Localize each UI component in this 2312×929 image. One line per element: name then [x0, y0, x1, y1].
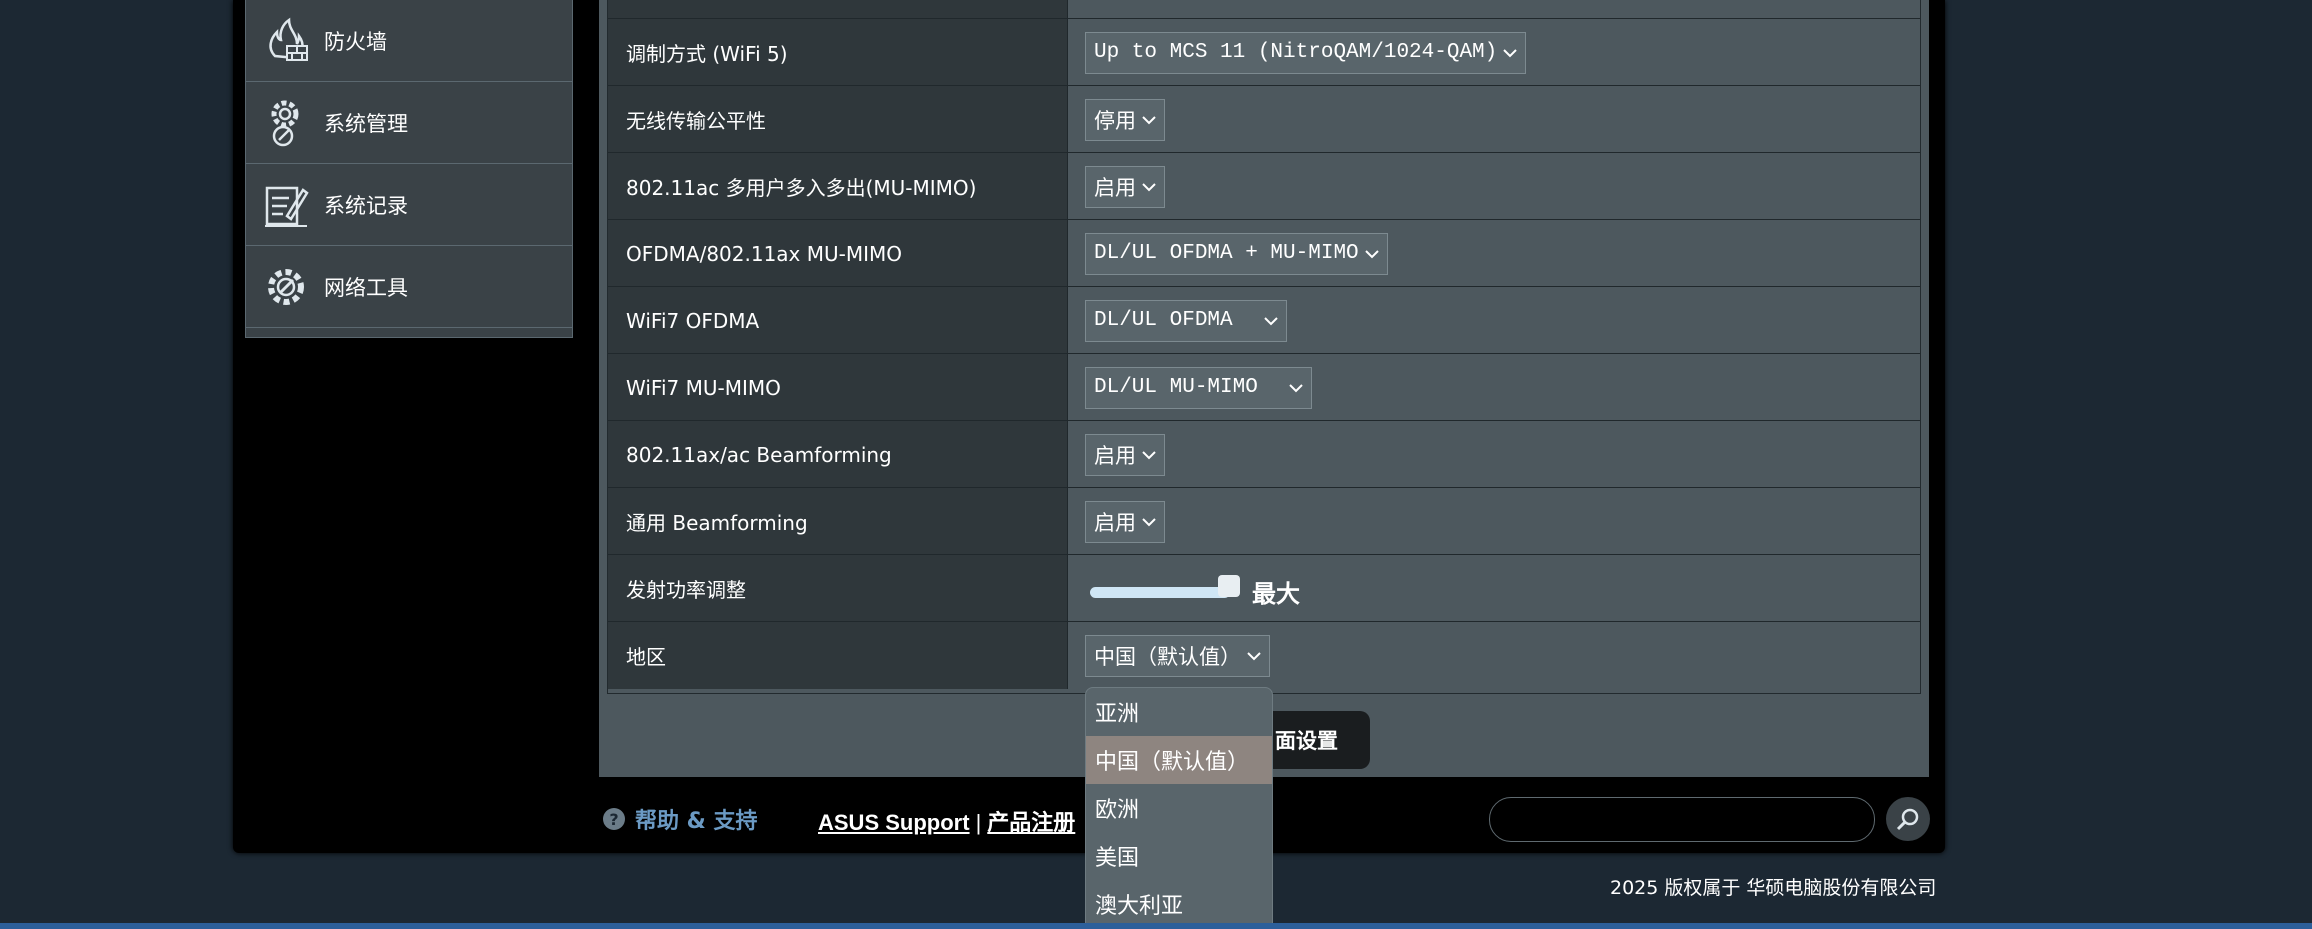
- row-value: Up to MCS 11 (NitroQAM/1024-QAM): [1068, 19, 1920, 86]
- select-value: DL/UL OFDMA + MU-MIMO: [1094, 242, 1359, 265]
- help-support-label: 帮助 & 支持: [635, 809, 758, 834]
- row-label: 通用 Beamforming: [608, 488, 1068, 555]
- table-row: 802.11ax/ac Beamforming 启用: [608, 420, 1920, 488]
- region-option[interactable]: 欧洲: [1086, 784, 1272, 832]
- tx-power-value: 最大: [1252, 580, 1300, 608]
- bottom-bar: [0, 923, 2312, 929]
- chevron-down-icon: [1364, 249, 1379, 258]
- table-row: [608, 0, 1920, 18]
- region-option-selected[interactable]: 中国（默认值）: [1086, 736, 1272, 784]
- table-row: WiFi7 OFDMA DL/UL OFDMA: [608, 286, 1920, 354]
- sidebar-item-label: 网络工具: [324, 275, 408, 300]
- row-label: 802.11ac 多用户多入多出(MU-MIMO): [608, 153, 1068, 220]
- select-value: 启用: [1094, 443, 1136, 468]
- sidebar: 防火墙 系统管理 系统记录 网络工具: [245, 0, 573, 338]
- row-value: DL/UL OFDMA + MU-MIMO: [1068, 220, 1920, 287]
- link-separator: |: [975, 810, 982, 835]
- table-row: 地区 中国（默认值）: [608, 621, 1920, 689]
- help-support-link[interactable]: ? 帮助 & 支持: [603, 803, 758, 835]
- row-label: OFDMA/802.11ax MU-MIMO: [608, 220, 1068, 287]
- sidebar-item-label: 系统记录: [324, 193, 408, 218]
- chevron-down-icon: [1142, 115, 1156, 124]
- sidebar-item-label: 防火墙: [324, 29, 387, 54]
- row-value: [1068, 0, 1920, 18]
- row-label: [608, 0, 1068, 18]
- select-value: DL/UL OFDMA: [1094, 309, 1258, 332]
- region-option[interactable]: 亚洲: [1086, 688, 1272, 736]
- chevron-down-icon: [1142, 517, 1156, 526]
- airtime-fairness-select[interactable]: 停用: [1085, 98, 1165, 141]
- search-input[interactable]: [1489, 797, 1875, 842]
- row-value: 启用: [1068, 153, 1920, 220]
- question-icon: ?: [603, 808, 625, 830]
- firewall-icon: [260, 15, 312, 67]
- system-admin-icon: [260, 97, 312, 149]
- asus-support-link[interactable]: ASUS Support: [818, 810, 970, 835]
- sidebar-item-system-admin[interactable]: 系统管理: [246, 82, 572, 164]
- row-label: WiFi7 OFDMA: [608, 287, 1068, 354]
- row-value: 停用: [1068, 86, 1920, 153]
- system-log-icon: [260, 179, 312, 231]
- row-value: DL/UL OFDMA: [1068, 287, 1920, 354]
- row-value: DL/UL MU-MIMO: [1068, 354, 1920, 421]
- table-row: 调制方式 (WiFi 5) Up to MCS 11 (NitroQAM/102…: [608, 18, 1920, 86]
- row-label: WiFi7 MU-MIMO: [608, 354, 1068, 421]
- row-label: 802.11ax/ac Beamforming: [608, 421, 1068, 488]
- region-option[interactable]: 美国: [1086, 832, 1272, 880]
- select-value: DL/UL MU-MIMO: [1094, 376, 1284, 399]
- chevron-down-icon: [1503, 48, 1517, 57]
- table-row: 802.11ac 多用户多入多出(MU-MIMO) 启用: [608, 152, 1920, 220]
- chevron-down-icon: [1247, 651, 1261, 660]
- apply-button-label: 面设置: [1275, 729, 1338, 753]
- wifi7-ofdma-select[interactable]: DL/UL OFDMA: [1085, 299, 1287, 342]
- row-value: 启用: [1068, 488, 1920, 555]
- beamforming-select[interactable]: 启用: [1085, 433, 1165, 476]
- chevron-down-icon: [1142, 182, 1156, 191]
- row-label: 无线传输公平性: [608, 86, 1068, 153]
- footer-links: ASUS Support | 产品注册: [818, 805, 1075, 837]
- select-value: 中国（默认值）: [1094, 644, 1241, 669]
- table-row: 通用 Beamforming 启用: [608, 487, 1920, 555]
- row-label: 调制方式 (WiFi 5): [608, 19, 1068, 86]
- sidebar-item-label: 系统管理: [324, 111, 408, 136]
- sidebar-item-system-log[interactable]: 系统记录: [246, 164, 572, 246]
- row-value: 启用: [1068, 421, 1920, 488]
- table-row: OFDMA/802.11ax MU-MIMO DL/UL OFDMA + MU-…: [608, 219, 1920, 287]
- sidebar-item-firewall[interactable]: 防火墙: [246, 0, 572, 82]
- search-icon: [1896, 808, 1919, 831]
- region-select[interactable]: 中国（默认值）: [1085, 634, 1270, 677]
- mu-mimo-select[interactable]: 启用: [1085, 165, 1165, 208]
- tx-power-slider-track[interactable]: [1090, 587, 1230, 598]
- region-option[interactable]: 澳大利亚: [1086, 880, 1272, 928]
- copyright-text: 2025 版权属于 华硕电脑股份有限公司: [1610, 877, 1937, 899]
- chevron-down-icon: [1142, 450, 1156, 459]
- sidebar-item-network-tools[interactable]: 网络工具: [246, 246, 572, 328]
- network-tools-icon: [260, 261, 312, 313]
- row-value: 中国（默认值）: [1068, 622, 1920, 689]
- ofdma-ax-select[interactable]: DL/UL OFDMA + MU-MIMO: [1085, 232, 1388, 275]
- product-registration-link[interactable]: 产品注册: [987, 810, 1075, 835]
- select-value: 停用: [1094, 108, 1136, 133]
- table-row: WiFi7 MU-MIMO DL/UL MU-MIMO: [608, 353, 1920, 421]
- universal-beamforming-select[interactable]: 启用: [1085, 500, 1165, 543]
- table-row: 无线传输公平性 停用: [608, 85, 1920, 153]
- wifi7-mu-mimo-select[interactable]: DL/UL MU-MIMO: [1085, 366, 1313, 409]
- chevron-down-icon: [1264, 316, 1278, 325]
- select-value: 启用: [1094, 510, 1136, 535]
- chevron-down-icon: [1289, 383, 1303, 392]
- row-label: 地区: [608, 622, 1068, 689]
- search-button[interactable]: [1886, 797, 1930, 841]
- modulation-select[interactable]: Up to MCS 11 (NitroQAM/1024-QAM): [1085, 31, 1527, 74]
- tx-power-slider-handle[interactable]: [1218, 575, 1240, 597]
- region-dropdown-list: 亚洲 中国（默认值） 欧洲 美国 澳大利亚: [1085, 687, 1273, 929]
- select-value: Up to MCS 11 (NitroQAM/1024-QAM): [1094, 41, 1498, 64]
- select-value: 启用: [1094, 175, 1136, 200]
- row-label: 发射功率调整: [608, 555, 1068, 622]
